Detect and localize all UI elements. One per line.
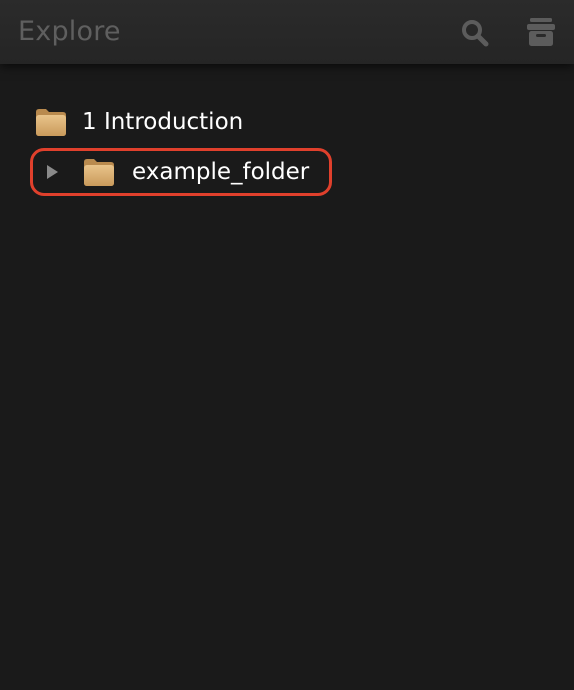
tree-item-example-folder[interactable]: example_folder bbox=[44, 152, 309, 192]
search-button[interactable] bbox=[458, 16, 492, 50]
explore-panel: Explore 1 Introduction example_folder bbox=[0, 0, 574, 690]
panel-title: Explore bbox=[18, 16, 121, 47]
tree-item-introduction[interactable]: 1 Introduction bbox=[34, 102, 243, 142]
folder-icon bbox=[36, 109, 66, 136]
archive-button[interactable] bbox=[524, 16, 558, 50]
panel-header: Explore bbox=[0, 0, 574, 64]
tree-item-label: example_folder bbox=[132, 159, 310, 185]
search-icon bbox=[462, 20, 489, 47]
expand-arrow-icon[interactable] bbox=[44, 163, 60, 181]
folder-icon bbox=[84, 159, 114, 186]
tree-item-label: 1 Introduction bbox=[82, 109, 244, 135]
archive-icon bbox=[527, 18, 555, 46]
